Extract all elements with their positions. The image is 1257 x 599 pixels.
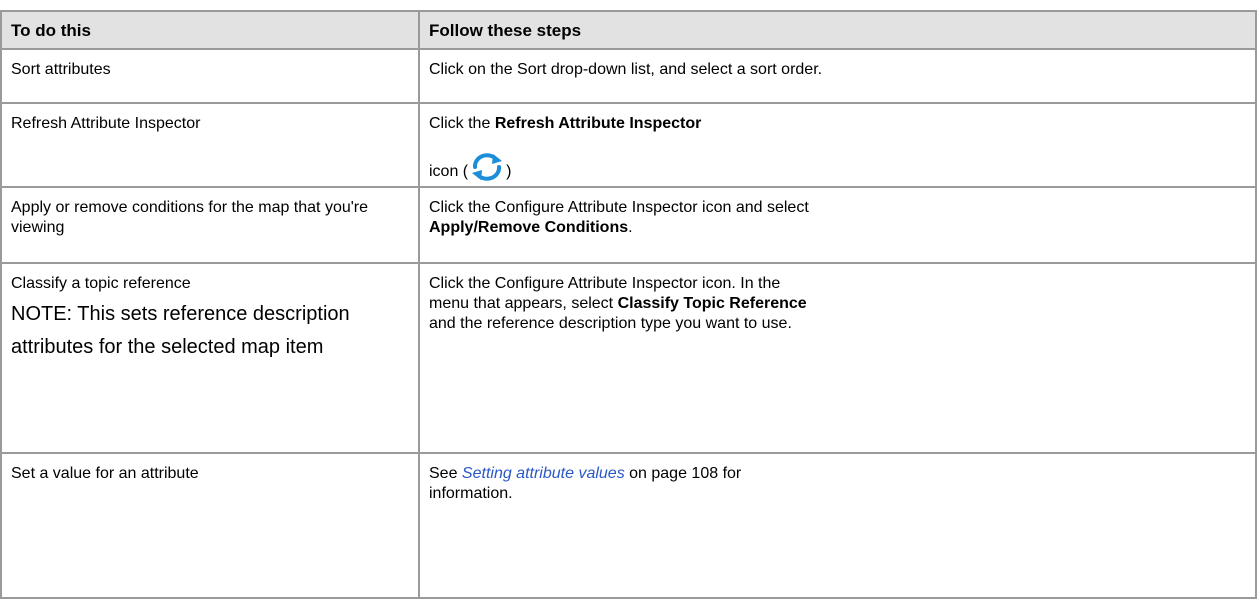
icon-post: ) (506, 163, 512, 180)
steps-text: See Setting attribute values on page 108… (429, 464, 829, 504)
steps-text: Click the Refresh Attribute Inspector (429, 114, 829, 134)
task-text: Sort attributes (11, 61, 111, 78)
icon-pre: icon ( (429, 163, 469, 180)
task-text: Set a value for an attribute (11, 465, 199, 482)
steps-bold: Apply/Remove Conditions (429, 219, 629, 236)
steps-post: and the reference description type you w… (429, 315, 792, 332)
refresh-icon (469, 152, 505, 182)
steps-text: Click the Configure Attribute Inspector … (429, 198, 814, 238)
steps-pre: Click the (429, 115, 491, 132)
column-header-steps: Follow these steps (418, 10, 1257, 50)
task-cell: Set a value for an attribute (0, 452, 420, 599)
icon-line: icon ( ) (429, 152, 1255, 182)
steps-cell: Click the Refresh Attribute Inspector ic… (418, 102, 1257, 188)
table-row: Refresh Attribute Inspector Click the Re… (0, 102, 1257, 188)
steps-cell: Click the Configure Attribute Inspector … (418, 262, 1257, 454)
table-row: Classify a topic reference NOTE: This se… (0, 262, 1257, 454)
steps-cell: Click on the Sort drop-down list, and se… (418, 48, 1257, 104)
steps-text: Click on the Sort drop-down list, and se… (429, 61, 823, 78)
steps-post: . (628, 219, 633, 236)
table-row: Apply or remove conditions for the map t… (0, 186, 1257, 264)
steps-pre: See (429, 465, 458, 482)
task-cell: Apply or remove conditions for the map t… (0, 186, 420, 264)
steps-table: To do this Follow these steps Sort attri… (0, 10, 1257, 599)
setting-attribute-values-link[interactable]: Setting attribute values (462, 465, 625, 482)
task-cell: Sort attributes (0, 48, 420, 104)
steps-cell: See Setting attribute values on page 108… (418, 452, 1257, 599)
task-cell: Refresh Attribute Inspector (0, 102, 420, 188)
task-cell: Classify a topic reference NOTE: This se… (0, 262, 420, 454)
column-header-task: To do this (0, 10, 420, 50)
task-text: Apply or remove conditions for the map t… (11, 199, 369, 236)
table-row: Sort attributes Click on the Sort drop-d… (0, 48, 1257, 104)
steps-pre: Click the Configure Attribute Inspector … (429, 199, 809, 216)
steps-bold: Refresh Attribute Inspector (494, 115, 702, 132)
task-text: Classify a topic reference (11, 275, 191, 292)
table-row: Set a value for an attribute See Setting… (0, 452, 1257, 599)
steps-bold: Classify Topic Reference (617, 295, 807, 312)
task-text: Refresh Attribute Inspector (11, 115, 201, 132)
steps-text: Click the Configure Attribute Inspector … (429, 274, 814, 334)
header-row: To do this Follow these steps (0, 10, 1257, 50)
note-text: NOTE: This sets reference description at… (11, 303, 350, 358)
steps-cell: Click the Configure Attribute Inspector … (418, 186, 1257, 264)
